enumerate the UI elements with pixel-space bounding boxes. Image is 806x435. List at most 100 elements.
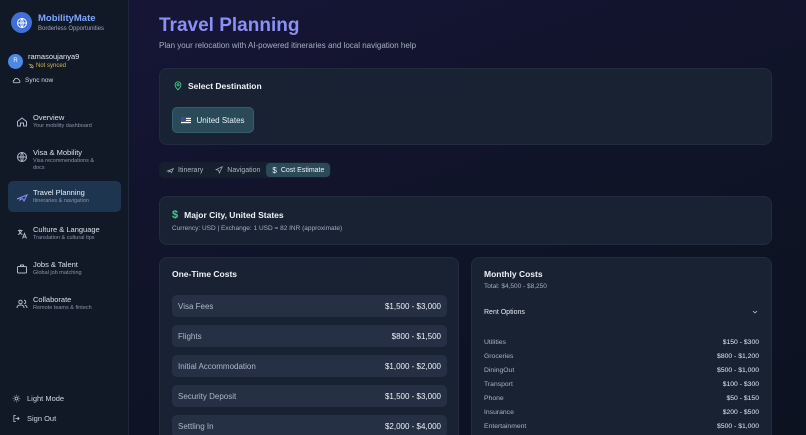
cost-label: Security Deposit: [178, 391, 237, 401]
cost-value: $1,500 - $3,000: [384, 391, 441, 401]
tab-itinerary[interactable]: Itinerary: [160, 163, 209, 177]
monthly-row: Phone $50 - $150: [484, 395, 759, 402]
monthly-value: $500 - $1,000: [717, 423, 759, 430]
planning-tabs: Itinerary Navigation $ Cost Estimate: [159, 162, 332, 178]
cost-value: $800 - $1,500: [391, 331, 441, 341]
one-time-costs-title: One-Time Costs: [172, 269, 238, 279]
sync-now-label: Sync now: [25, 77, 54, 84]
monthly-total: Total: $4,500 - $8,250: [484, 283, 547, 290]
sidebar-item-travel-planning[interactable]: Travel Planning Itineraries & navigation: [8, 181, 121, 212]
tab-label: Navigation: [227, 166, 261, 174]
sidebar-item-label: Collaborate: [33, 295, 72, 304]
dollar-icon: $: [272, 165, 277, 175]
cost-label: Flights: [178, 331, 202, 341]
monthly-value: $150 - $300: [722, 339, 759, 346]
us-flag-icon: [181, 116, 192, 124]
cost-value: $1,000 - $2,000: [384, 361, 441, 371]
sidebar-item-label: Travel Planning: [33, 188, 85, 197]
cost-row: Initial Accommodation $1,000 - $2,000: [172, 355, 447, 377]
monthly-value: $200 - $500: [722, 409, 759, 416]
destination-card: Select Destination United States: [159, 68, 772, 145]
sidebar-item-sub: Itineraries & navigation: [33, 198, 89, 204]
monthly-label: Utilities: [484, 339, 506, 346]
sidebar-item-label: Visa & Mobility: [33, 148, 83, 157]
monthly-label: Phone: [484, 395, 504, 402]
monthly-row: DiningOut $500 - $1,000: [484, 367, 759, 374]
plane-icon: [16, 194, 28, 203]
cost-value: $1,500 - $3,000: [384, 301, 441, 311]
avatar: R: [8, 53, 23, 69]
destination-option-label: United States: [196, 115, 245, 125]
sidebar-item-sub: Global job matching: [33, 270, 82, 276]
globe-icon: [17, 152, 27, 162]
sign-out-icon: [13, 415, 20, 422]
tab-label: Cost Estimate: [280, 166, 325, 174]
one-time-costs-card: One-Time Costs Visa Fees $1,500 - $3,000 …: [159, 257, 459, 435]
page-subtitle: Plan your relocation with AI-powered iti…: [159, 41, 417, 50]
city-heading: $ Major City, United States: [172, 209, 284, 221]
monthly-label: DiningOut: [484, 367, 515, 374]
rent-options-dropdown[interactable]: Rent Options: [484, 308, 759, 316]
sidebar-item-visa[interactable]: Visa & Mobility Visa recommendations & do…: [8, 141, 121, 179]
dollar-icon: $: [172, 209, 179, 221]
sidebar-item-label: Culture & Language: [33, 225, 100, 234]
navigation-icon: [215, 166, 224, 174]
translate-icon: [17, 229, 27, 239]
sidebar-item-sub: Remote teams & fintech: [33, 305, 92, 311]
sync-status-label: Not synced: [36, 63, 67, 69]
tab-navigation[interactable]: Navigation: [209, 163, 266, 177]
monthly-row: Groceries $800 - $1,200: [484, 353, 759, 360]
light-mode-toggle[interactable]: Light Mode: [12, 394, 64, 403]
cost-row: Visa Fees $1,500 - $3,000: [172, 295, 447, 317]
sidebar-item-label: Jobs & Talent: [33, 260, 78, 269]
cost-value: $2,000 - $4,000: [384, 421, 441, 431]
monthly-costs-title: Monthly Costs: [484, 269, 543, 279]
cloud-icon: [12, 77, 21, 84]
page-title: Travel Planning: [159, 15, 300, 36]
cost-label: Settling In: [178, 421, 214, 431]
sync-now-button[interactable]: Sync now: [12, 76, 53, 85]
monthly-label: Groceries: [484, 353, 514, 360]
sidebar-item-collaborate[interactable]: Collaborate Remote teams & fintech: [8, 288, 121, 319]
monthly-label: Transport: [484, 381, 513, 388]
destination-heading: Select Destination: [173, 81, 262, 91]
destination-option-united-states[interactable]: United States: [172, 107, 254, 133]
monthly-costs-card: Monthly Costs Total: $4,500 - $8,250 Ren…: [471, 257, 772, 435]
chevron-down-icon: [752, 310, 758, 314]
plane-icon: [166, 168, 174, 174]
sidebar-item-overview[interactable]: Overview Your mobility dashboard: [8, 106, 121, 137]
sync-status: Not synced: [28, 62, 79, 70]
tab-label: Itinerary: [178, 166, 204, 174]
sidebar-item-label: Overview: [33, 113, 65, 122]
tab-cost-estimate[interactable]: $ Cost Estimate: [266, 163, 331, 177]
brand-name: MobilityMate: [38, 12, 96, 24]
sidebar-item-jobs[interactable]: Jobs & Talent Global job matching: [8, 253, 121, 284]
sign-out-button[interactable]: Sign Out: [12, 414, 56, 423]
city-card: $ Major City, United States Currency: US…: [159, 196, 772, 245]
cloud-off-icon: [28, 63, 34, 69]
globe-logo-icon: [11, 12, 32, 33]
destination-heading-label: Select Destination: [188, 81, 262, 91]
monthly-value: $800 - $1,200: [717, 353, 759, 360]
monthly-value: $50 - $150: [726, 395, 759, 402]
briefcase-icon: [17, 264, 27, 274]
monthly-value: $500 - $1,000: [717, 367, 759, 374]
sun-icon: [12, 394, 21, 403]
monthly-value: $100 - $300: [722, 381, 759, 388]
light-mode-label: Light Mode: [27, 394, 65, 403]
sidebar-item-sub: Visa recommendations & docs: [33, 158, 95, 171]
monthly-row: Insurance $200 - $500: [484, 409, 759, 416]
user-profile[interactable]: R ramasoujanya9 Not synced: [8, 52, 79, 70]
user-name: ramasoujanya9: [28, 52, 80, 61]
monthly-label: Insurance: [484, 409, 514, 416]
monthly-label: Entertainment: [484, 423, 527, 430]
cost-row: Security Deposit $1,500 - $3,000: [172, 385, 447, 407]
city-title: Major City, United States: [184, 210, 284, 220]
sidebar-item-culture[interactable]: Culture & Language Translation & cultural…: [8, 218, 121, 249]
brand[interactable]: MobilityMate Borderless Opportunities: [11, 12, 104, 33]
monthly-row: Entertainment $500 - $1,000: [484, 423, 759, 430]
sign-out-label: Sign Out: [27, 414, 57, 423]
cost-label: Visa Fees: [178, 301, 214, 311]
users-icon: [16, 299, 28, 309]
cost-row: Settling In $2,000 - $4,000: [172, 415, 447, 435]
